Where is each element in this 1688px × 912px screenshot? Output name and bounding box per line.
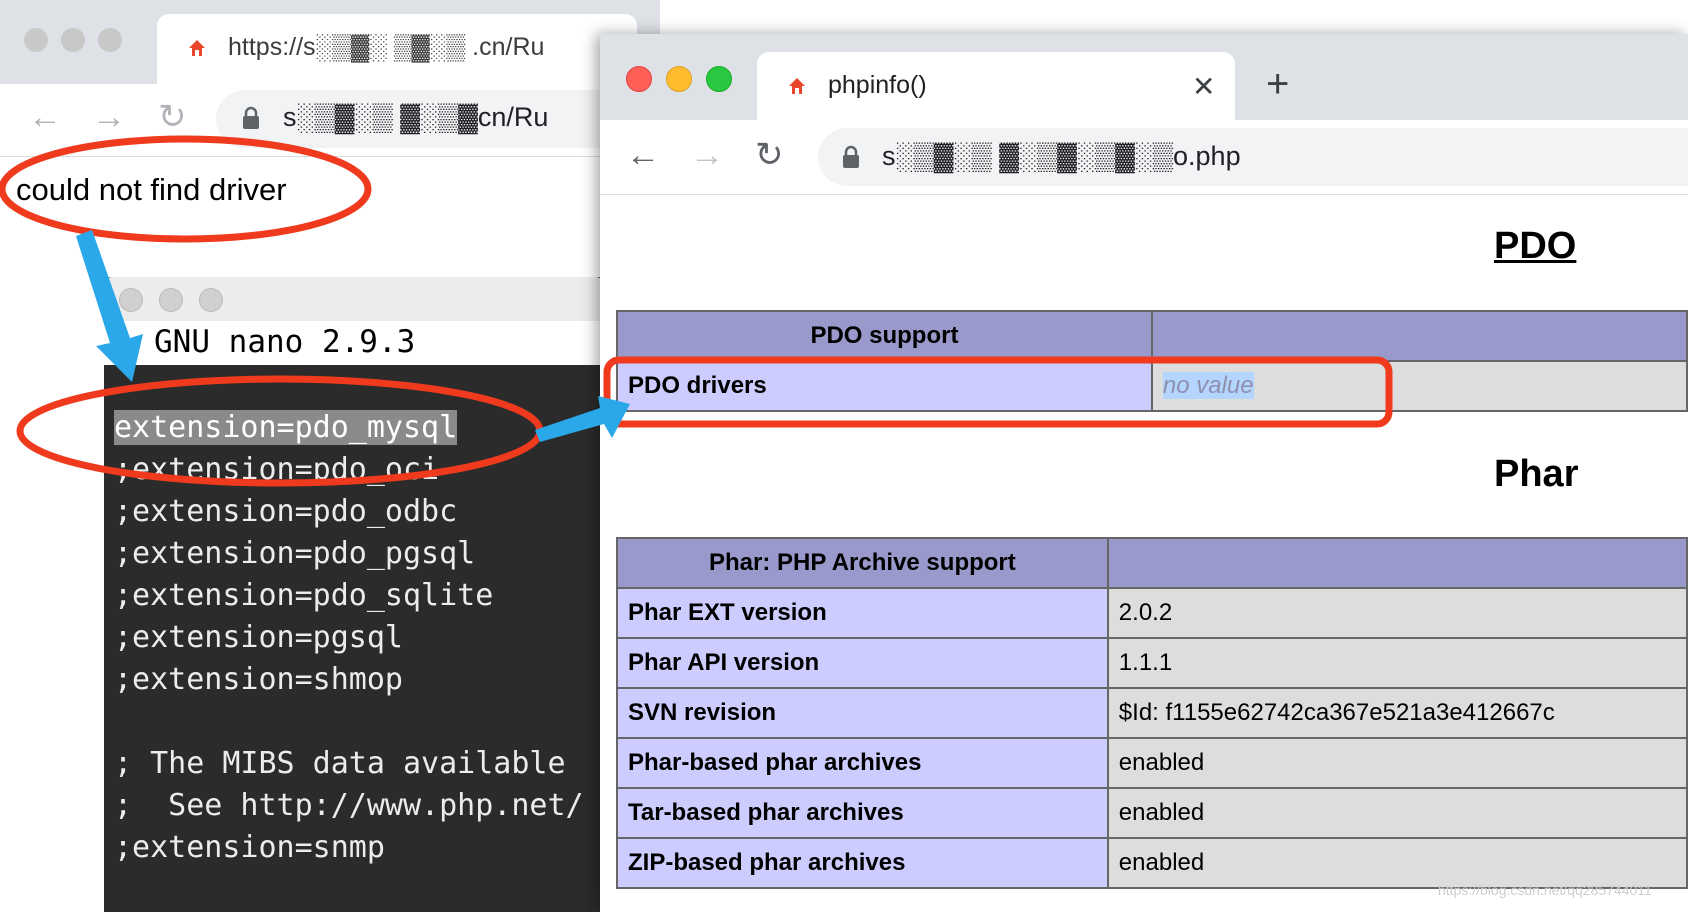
- table-row-label: Tar-based phar archives: [616, 787, 1109, 839]
- back-tab-title: https://s░▒▓░ ▒▓░▒ .cn/Ru: [228, 33, 545, 61]
- back-arrow-icon[interactable]: ←: [28, 100, 62, 134]
- error-message: could not find driver: [16, 172, 287, 207]
- window-zoom-dot[interactable]: [98, 28, 122, 52]
- pdo-support-header-value: [1150, 310, 1688, 362]
- terminal-line[interactable]: ;extension=pgsql: [114, 617, 403, 659]
- table-row-value: enabled: [1106, 787, 1688, 839]
- pdo-table: PDO support PDO drivers no value: [616, 310, 1688, 412]
- table-row-label: Phar API version: [616, 637, 1109, 689]
- back-arrow-icon[interactable]: ←: [626, 138, 660, 172]
- pdo-drivers-value: no value: [1150, 360, 1688, 412]
- forward-arrow-icon[interactable]: →: [92, 100, 126, 134]
- phar-table: Phar: PHP Archive support Phar EXT versi…: [616, 537, 1688, 889]
- new-tab-icon[interactable]: +: [1266, 62, 1289, 107]
- front-tab-title: phpinfo(): [828, 71, 927, 99]
- terminal-line[interactable]: ;extension=shmop: [114, 659, 403, 701]
- terminal-line[interactable]: ; See http://www.php.net/: [114, 785, 584, 827]
- window-zoom-dot[interactable]: [706, 66, 732, 92]
- window-close-dot[interactable]: [24, 28, 48, 52]
- no-value-text: no value: [1162, 372, 1254, 399]
- terminal-line[interactable]: ;extension=pdo_pgsql: [114, 533, 475, 575]
- terminal-line[interactable]: extension=pdo_mysql: [114, 407, 458, 449]
- reload-icon[interactable]: ↻: [158, 100, 187, 134]
- close-icon[interactable]: ✕: [1192, 70, 1215, 103]
- phar-heading: Phar: [1494, 453, 1579, 495]
- pdo-heading[interactable]: PDO: [1494, 225, 1576, 268]
- table-row-label: SVN revision: [616, 687, 1109, 739]
- nano-title: GNU nano 2.9.3: [154, 324, 416, 360]
- table-row-label: ZIP-based phar archives: [616, 837, 1109, 889]
- window-minimize-dot[interactable]: [61, 28, 85, 52]
- watermark: https://blog.csdn.net/qq285744011: [1438, 882, 1652, 898]
- lock-icon: [243, 106, 259, 129]
- table-row-value: 2.0.2: [1106, 587, 1688, 639]
- favicon-icon: [189, 40, 205, 56]
- window-minimize-dot[interactable]: [666, 66, 692, 92]
- table-row-label: Phar EXT version: [616, 587, 1109, 639]
- table-row-value: $Id: f1155e62742ca367e521a3e412667c: [1106, 687, 1688, 739]
- table-row-value: enabled: [1106, 737, 1688, 789]
- pdo-drivers-label: PDO drivers: [616, 360, 1153, 412]
- table-row-value: 1.1.1: [1106, 637, 1688, 689]
- terminal-line[interactable]: ;extension=pdo_sqlite: [114, 575, 493, 617]
- table-row-value: enabled: [1106, 837, 1688, 889]
- favicon-icon: [789, 78, 805, 94]
- back-url-text: s░▒▓░▒ ▓░▒▓cn/Ru: [283, 102, 549, 132]
- terminal-minimize-dot[interactable]: [159, 288, 183, 312]
- phar-support-header: Phar: PHP Archive support: [616, 537, 1109, 589]
- forward-arrow-icon[interactable]: →: [690, 138, 724, 172]
- table-row-label: Phar-based phar archives: [616, 737, 1109, 789]
- terminal-line[interactable]: ; The MIBS data available: [114, 743, 566, 785]
- terminal-zoom-dot[interactable]: [199, 288, 223, 312]
- highlighted-line: extension=pdo_mysql: [114, 410, 458, 445]
- terminal-line[interactable]: ;extension=snmp: [114, 827, 385, 869]
- terminal-line[interactable]: ;extension=pdo_odbc: [114, 491, 457, 533]
- terminal-close-dot[interactable]: [119, 288, 143, 312]
- reload-icon[interactable]: ↻: [755, 138, 784, 172]
- front-url-text: s░▒▓░▒ ▓░▒▓░▒▓░▒o.php: [882, 141, 1241, 171]
- pdo-support-header: PDO support: [616, 310, 1153, 362]
- window-close-dot[interactable]: [626, 66, 652, 92]
- phar-support-header-value: [1106, 537, 1688, 589]
- terminal-line[interactable]: ;extension=pdo_oci: [114, 449, 439, 491]
- lock-icon: [843, 145, 859, 168]
